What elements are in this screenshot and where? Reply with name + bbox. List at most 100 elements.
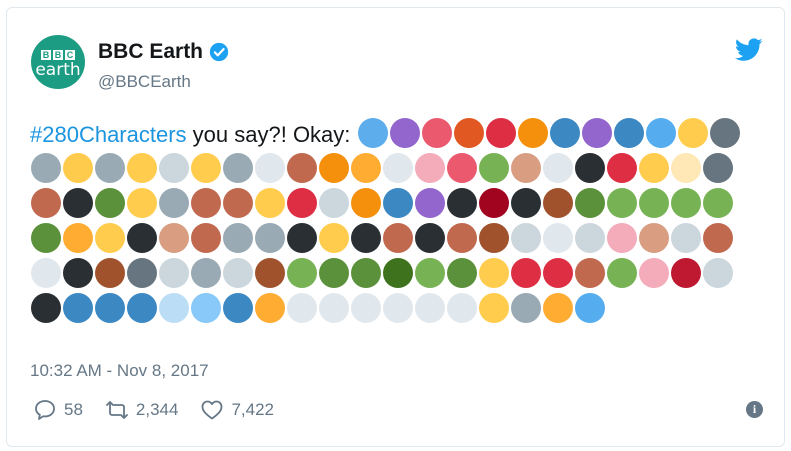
deer-emoji-icon: [479, 223, 509, 253]
boar-emoji-icon: [191, 188, 221, 218]
reply-count: 58: [64, 400, 83, 419]
sun-emoji-icon: [255, 293, 285, 323]
mouse-emoji-icon: [159, 258, 189, 288]
bat-emoji-icon: [703, 153, 733, 183]
rooster-emoji-icon: [543, 153, 573, 183]
palm-tree-emoji-icon: [319, 258, 349, 288]
tiger-emoji-icon: [63, 223, 93, 253]
info-icon[interactable]: i: [746, 401, 763, 418]
rabbit-face-emoji-icon: [159, 153, 189, 183]
hashtag-link[interactable]: #280Characters: [30, 122, 187, 147]
new-moon-face-emoji-icon: [31, 293, 61, 323]
dog-face-emoji-icon: [31, 153, 61, 183]
hedgehog-emoji-icon: [255, 258, 285, 288]
lightning-emoji-icon: [543, 293, 573, 323]
cow-emoji-icon: [415, 223, 445, 253]
retweet-button[interactable]: 2,344: [105, 398, 178, 422]
cricket-emoji-icon: [479, 188, 509, 218]
ram-emoji-icon: [543, 223, 573, 253]
emoji-list: [30, 118, 741, 323]
rabbit-emoji-icon: [191, 258, 221, 288]
bbc-logo: B B C: [41, 49, 75, 60]
globe-asia-emoji-icon: [127, 293, 157, 323]
tweet-text: #280Characters you say?! Okay:: [30, 117, 750, 327]
reply-button[interactable]: 58: [33, 398, 83, 422]
full-moon-face-emoji-icon: [703, 258, 733, 288]
dog-emoji-icon: [639, 223, 669, 253]
koala-emoji-icon: [223, 153, 253, 183]
lightning-cloud-emoji-icon: [351, 293, 381, 323]
rat-emoji-icon: [127, 258, 157, 288]
butterfly-emoji-icon: [383, 188, 413, 218]
like-button[interactable]: 7,422: [200, 398, 274, 422]
rain-snow-cloud-emoji-icon: [383, 293, 413, 323]
avatar[interactable]: B B C earth: [31, 35, 85, 89]
heart-icon: [202, 400, 223, 420]
panda-emoji-icon: [255, 153, 285, 183]
elephant-emoji-icon: [255, 223, 285, 253]
squid-emoji-icon: [421, 118, 452, 148]
gorilla-emoji-icon: [287, 223, 317, 253]
rhinoceros-emoji-icon: [223, 223, 253, 253]
shrimp-emoji-icon: [453, 118, 484, 148]
hatching-chick-emoji-icon: [671, 153, 701, 183]
comet-emoji-icon: [575, 293, 605, 323]
snowflake-emoji-icon: [191, 293, 221, 323]
chipmunk-emoji-icon: [95, 258, 125, 288]
chicken-emoji-icon: [31, 258, 61, 288]
tweet-plain-text: you say?! Okay:: [186, 122, 357, 147]
twitter-bird-icon[interactable]: [735, 38, 763, 62]
cloud-emoji-icon: [447, 293, 477, 323]
globe-americas-emoji-icon: [95, 293, 125, 323]
verified-badge-icon: [209, 42, 229, 62]
cat-face-emoji-icon: [63, 153, 93, 183]
herb-emoji-icon: [415, 258, 445, 288]
bird-emoji-icon: [607, 153, 637, 183]
mushroom-emoji-icon: [511, 258, 541, 288]
timestamp[interactable]: 10:32 AM - Nov 8, 2017: [30, 361, 209, 381]
wolf-emoji-icon: [159, 188, 189, 218]
hamster-face-emoji-icon: [127, 153, 157, 183]
snow-cloud-emoji-icon: [415, 293, 445, 323]
sauropod-emoji-icon: [703, 188, 733, 218]
horse-face-emoji-icon: [223, 188, 253, 218]
pig-emoji-icon: [607, 223, 637, 253]
dromedary-emoji-icon: [159, 223, 189, 253]
sheep-emoji-icon: [575, 223, 605, 253]
giraffe-emoji-icon: [319, 223, 349, 253]
baby-chick-emoji-icon: [639, 153, 669, 183]
frog-emoji-icon: [479, 153, 509, 183]
action-bar: 58 2,344 7,422: [33, 398, 296, 422]
shark-emoji-icon: [709, 118, 740, 148]
display-name[interactable]: BBC Earth: [98, 40, 203, 64]
like-count: 7,422: [231, 400, 275, 419]
turtle-emoji-icon: [575, 188, 605, 218]
user-handle[interactable]: @BBCEarth: [98, 72, 191, 92]
scorpion-emoji-icon: [543, 188, 573, 218]
penguin-emoji-icon: [575, 153, 605, 183]
turkey-emoji-icon: [63, 258, 93, 288]
monkey-face-emoji-icon: [511, 153, 541, 183]
front-chick-emoji-icon: [127, 188, 157, 218]
dove-emoji-icon: [223, 258, 253, 288]
leopard-emoji-icon: [95, 223, 125, 253]
ox-emoji-icon: [383, 223, 413, 253]
duck-emoji-icon: [95, 188, 125, 218]
whale-emoji-icon: [549, 118, 580, 148]
globe-africa-emoji-icon: [63, 293, 93, 323]
shell-emoji-icon: [319, 188, 349, 218]
earth-logo-word: earth: [35, 59, 81, 80]
maple-leaf-emoji-icon: [543, 258, 573, 288]
tulip-emoji-icon: [639, 258, 669, 288]
retweet-icon: [106, 401, 128, 419]
ant-emoji-icon: [447, 188, 477, 218]
fox-emoji-icon: [319, 153, 349, 183]
octopus-emoji-icon: [389, 118, 420, 148]
water-wave-emoji-icon: [223, 293, 253, 323]
rose-emoji-icon: [671, 258, 701, 288]
fallen-leaf-emoji-icon: [575, 258, 605, 288]
lion-emoji-icon: [351, 153, 381, 183]
poodle-emoji-icon: [671, 223, 701, 253]
wind-emoji-icon: [159, 293, 189, 323]
leaf-fluttering-emoji-icon: [607, 258, 637, 288]
